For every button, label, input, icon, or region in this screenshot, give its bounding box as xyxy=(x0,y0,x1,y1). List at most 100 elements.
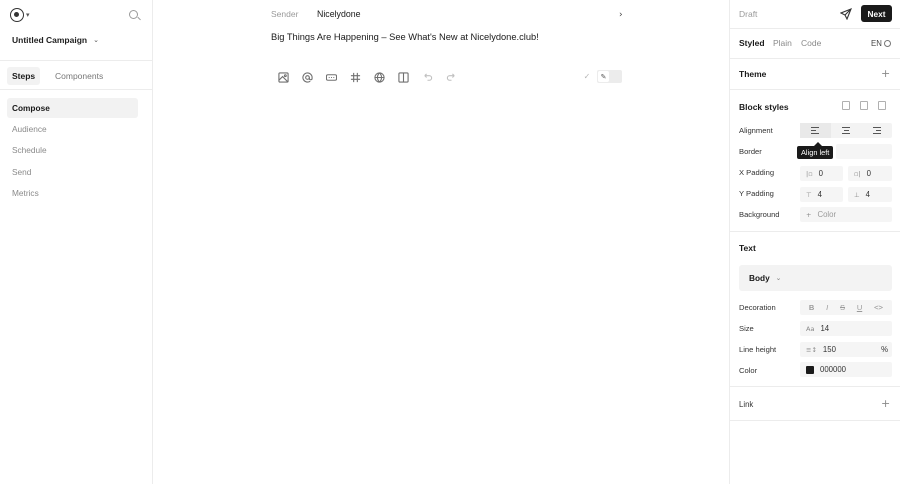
globe-icon[interactable] xyxy=(367,70,391,84)
step-audience[interactable]: Audience xyxy=(7,119,138,139)
button-icon[interactable] xyxy=(319,70,343,84)
text-color-input[interactable]: 000000 xyxy=(800,362,892,377)
strikethrough-icon[interactable]: S xyxy=(840,303,845,312)
padding-right-icon: ▫| xyxy=(854,169,861,178)
align-left-button[interactable] xyxy=(800,123,831,138)
line-height-label: Line height xyxy=(739,345,777,354)
theme-title: Theme xyxy=(739,69,767,79)
mode-plain[interactable]: Plain xyxy=(773,38,792,48)
tab-components[interactable]: Components xyxy=(50,67,108,85)
divider xyxy=(730,386,900,387)
insert-toolbar xyxy=(271,70,463,84)
link-title: Link xyxy=(739,400,754,409)
text-style-value: Body xyxy=(749,273,770,283)
alignment-label: Alignment xyxy=(739,126,773,135)
campaign-name: Untitled Campaign xyxy=(12,35,88,45)
language-selector[interactable]: EN xyxy=(871,39,891,48)
decoration-label: Decoration xyxy=(739,303,776,312)
sender-field[interactable]: Nicelydone xyxy=(317,9,361,19)
image-icon[interactable] xyxy=(271,70,295,84)
font-size-input[interactable]: Aa 14 xyxy=(800,321,892,336)
align-left-icon xyxy=(811,127,820,135)
y-padding-label: Y Padding xyxy=(739,189,774,198)
preview-toggle[interactable]: ✎ xyxy=(597,70,622,83)
campaign-selector[interactable]: Untitled Campaign ⌄ xyxy=(12,35,99,45)
next-button[interactable]: Next xyxy=(861,5,892,22)
bold-icon[interactable]: B xyxy=(809,303,814,312)
y-padding-bottom-value: 4 xyxy=(865,190,871,199)
logo-icon xyxy=(10,8,24,22)
line-height-input[interactable]: ≡↕ 150 % xyxy=(800,342,892,357)
step-compose[interactable]: Compose xyxy=(7,98,138,118)
tab-steps[interactable]: Steps xyxy=(7,67,41,85)
chevron-down-icon: ⌄ xyxy=(775,274,782,282)
background-label: Background xyxy=(739,210,780,219)
text-style-select[interactable]: Body ⌄ xyxy=(739,265,892,291)
color-label: Color xyxy=(739,366,758,375)
x-padding-label: X Padding xyxy=(739,168,775,177)
mode-code[interactable]: Code xyxy=(801,38,821,48)
y-padding-top-input[interactable]: ⊤ 4 xyxy=(800,187,843,202)
send-test-icon[interactable] xyxy=(840,8,852,20)
add-theme-icon[interactable]: + xyxy=(881,67,890,80)
left-sidebar: ▾ Untitled Campaign ⌄ Steps Components C… xyxy=(0,0,153,484)
trash-icon[interactable] xyxy=(878,101,886,110)
align-center-button[interactable] xyxy=(831,123,862,138)
grid-icon[interactable] xyxy=(842,101,850,110)
subject-field[interactable]: Big Things Are Happening – See What's Ne… xyxy=(271,32,539,42)
divider xyxy=(730,58,900,59)
undo-icon[interactable] xyxy=(415,70,439,84)
align-right-icon xyxy=(872,127,881,135)
x-padding-left-value: 0 xyxy=(818,169,823,178)
spacer-icon[interactable] xyxy=(343,70,367,84)
line-height-unit: % xyxy=(881,345,888,354)
search-icon[interactable] xyxy=(129,10,138,19)
columns-icon[interactable] xyxy=(391,70,415,84)
sidebar-tabs: Steps Components xyxy=(0,60,152,90)
color-value: 000000 xyxy=(820,365,847,374)
x-padding-right-input[interactable]: ▫| 0 xyxy=(848,166,892,181)
steps-list: Compose Audience Schedule Send Metrics xyxy=(7,98,138,204)
chevron-down-icon: ⌄ xyxy=(93,36,99,44)
preview-controls: ✓ ✎ xyxy=(581,70,622,83)
add-link-icon[interactable]: + xyxy=(881,397,890,410)
chevron-down-icon: ▾ xyxy=(26,11,30,19)
plus-icon: + xyxy=(806,210,812,219)
size-label: Size xyxy=(739,324,754,333)
check-icon[interactable]: ✓ xyxy=(581,71,593,83)
chevron-right-icon[interactable]: › xyxy=(619,10,623,20)
text-title: Text xyxy=(739,243,756,253)
x-padding-left-input[interactable]: |▫ 0 xyxy=(800,166,843,181)
font-size-icon: Aa xyxy=(806,324,815,333)
redo-icon[interactable] xyxy=(439,70,463,84)
copy-icon[interactable] xyxy=(860,101,868,110)
line-height-value: 150 xyxy=(822,345,836,354)
color-swatch[interactable] xyxy=(806,365,814,374)
border-field[interactable] xyxy=(836,144,892,159)
properties-panel: Draft Next Styled Plain Code EN Theme + … xyxy=(729,0,900,484)
background-color-input[interactable]: + Color xyxy=(800,207,892,222)
mention-icon[interactable] xyxy=(295,70,319,84)
y-padding-bottom-input[interactable]: ⊥ 4 xyxy=(848,187,892,202)
divider xyxy=(730,89,900,90)
mode-styled[interactable]: Styled xyxy=(739,38,765,48)
step-metrics[interactable]: Metrics xyxy=(7,183,138,203)
y-padding-top-value: 4 xyxy=(817,190,823,199)
background-placeholder: Color xyxy=(817,210,837,219)
font-size-value: 14 xyxy=(820,324,830,333)
step-send[interactable]: Send xyxy=(7,162,138,182)
underline-icon[interactable]: U xyxy=(857,303,862,312)
status-label: Draft xyxy=(739,9,758,19)
padding-bottom-icon: ⊥ xyxy=(854,190,860,199)
line-height-icon: ≡↕ xyxy=(806,345,817,354)
code-icon[interactable]: <> xyxy=(874,303,883,312)
step-schedule[interactable]: Schedule xyxy=(7,140,138,160)
workspace-switcher[interactable]: ▾ xyxy=(10,8,30,22)
align-center-icon xyxy=(842,127,850,135)
divider xyxy=(730,28,900,29)
decoration-control: B I S U <> xyxy=(800,300,892,315)
divider xyxy=(730,231,900,232)
align-right-button[interactable] xyxy=(861,123,892,138)
italic-icon[interactable]: I xyxy=(826,303,828,312)
padding-top-icon: ⊤ xyxy=(806,190,812,199)
